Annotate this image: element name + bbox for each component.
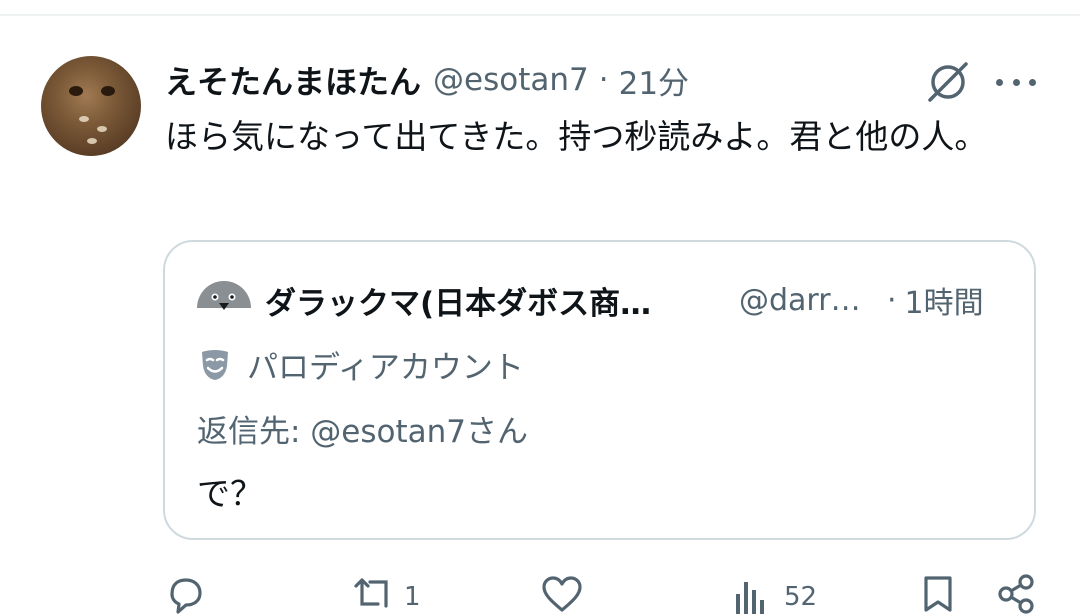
parody-badge: パロディアカウント	[197, 342, 524, 386]
more-dot	[1029, 78, 1036, 86]
quoted-user-handle[interactable]: @darr…	[739, 283, 869, 318]
separator-dot: ·	[598, 62, 609, 98]
more-dot	[996, 78, 1003, 86]
views-icon[interactable]	[730, 574, 770, 614]
avatar-spot	[79, 116, 89, 122]
quoted-tweet-card[interactable]: ダラックマ(日本ダボス商… @darr… · 1時間 パロディアカウント 返信先…	[163, 240, 1036, 540]
quoted-tweet-text: で？	[197, 474, 263, 513]
top-divider	[0, 14, 1080, 16]
more-dot	[1012, 78, 1020, 86]
tweet-header: えそたんまほたん @esotan7 · 21分	[165, 58, 689, 102]
avatar-eye	[101, 86, 115, 96]
tweet-text: ほら気になって出てきた。持つ秒読みよ。君と他の人。	[165, 117, 988, 156]
bookmark-icon[interactable]	[920, 574, 956, 614]
like-icon[interactable]	[540, 574, 584, 614]
display-name[interactable]: えそたんまほたん	[165, 57, 421, 103]
quoted-separator-dot: ·	[887, 282, 897, 318]
avatar-eye	[69, 86, 83, 96]
user-handle[interactable]: @esotan7	[433, 62, 589, 98]
quoted-tweet-time[interactable]: 1時間	[905, 278, 984, 322]
user-avatar[interactable]	[41, 56, 141, 156]
quoted-user-avatar[interactable]	[195, 270, 253, 328]
grok-icon[interactable]	[924, 58, 972, 106]
quoted-tweet-header: ダラックマ(日本ダボス商… @darr… · 1時間	[265, 278, 1006, 322]
tweet-time[interactable]: 21分	[619, 58, 689, 103]
quoted-display-name[interactable]: ダラックマ(日本ダボス商…	[265, 278, 715, 323]
avatar-spot	[87, 138, 97, 144]
parody-account-label: パロディアカウント	[247, 349, 524, 386]
reply-icon[interactable]	[164, 574, 208, 614]
parody-mask-icon	[202, 350, 228, 380]
retweet-icon[interactable]	[350, 574, 398, 614]
avatar-spot	[97, 126, 107, 132]
share-icon[interactable]	[996, 574, 1036, 614]
more-options-icon[interactable]	[996, 64, 1036, 100]
replying-to-label: 返信先: @esotan7さん	[197, 414, 529, 450]
